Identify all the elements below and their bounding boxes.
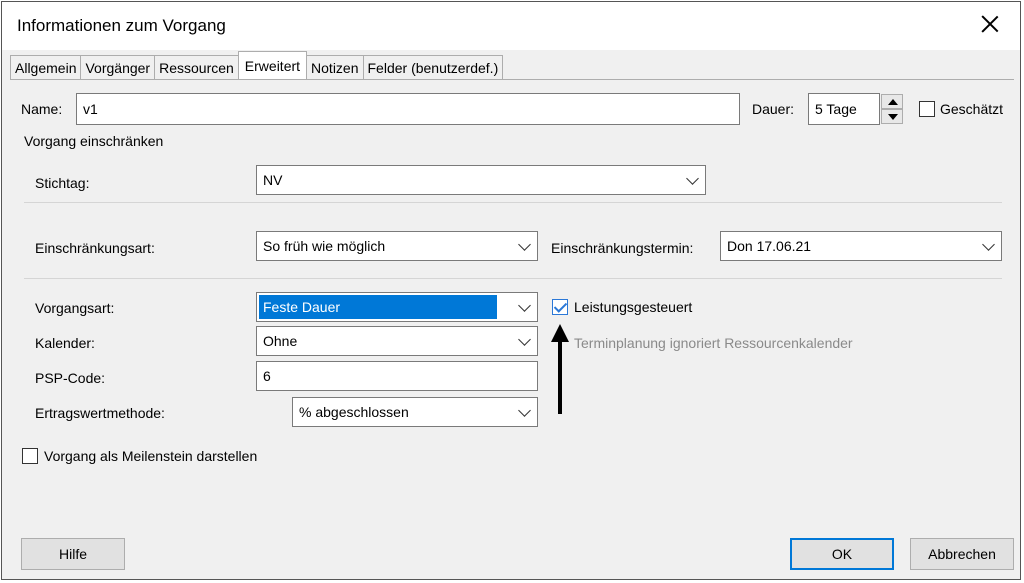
einschraenkungstermin-value: Don 17.06.21 [727, 238, 812, 254]
name-label: Name: [21, 101, 63, 117]
dauer-spinner [881, 94, 903, 124]
title-bar: Informationen zum Vorgang [2, 2, 1020, 50]
dauer-label: Dauer: [752, 101, 795, 117]
section-title: Vorgang einschränken [24, 133, 164, 149]
geschaetzt-label: Geschätzt [940, 101, 1004, 117]
einschraenkungstermin-label: Einschränkungstermin: [551, 240, 694, 256]
psp-code-label: PSP-Code: [35, 370, 106, 386]
einschraenkungsart-label: Einschränkungsart: [35, 240, 155, 256]
chevron-down-icon [518, 333, 531, 346]
kalender-dropdown[interactable]: Ohne [256, 326, 538, 356]
chevron-down-icon [982, 238, 995, 251]
stichtag-label: Stichtag: [35, 175, 90, 191]
leistungsgesteuert-label: Leistungsgesteuert [574, 299, 693, 315]
tab-notizen[interactable]: Notizen [306, 55, 364, 79]
vorgangsart-label: Vorgangsart: [35, 300, 115, 316]
dauer-input[interactable]: 5 Tage [808, 93, 880, 125]
tab-ressourcen[interactable]: Ressourcen [154, 55, 239, 79]
ertragswertmethode-dropdown[interactable]: % abgeschlossen [292, 397, 538, 427]
tab-vorgaenger[interactable]: Vorgänger [80, 55, 156, 79]
caret-up-icon [888, 99, 898, 105]
einschraenkungsart-value: So früh wie möglich [263, 238, 386, 254]
ok-button[interactable]: OK [790, 538, 894, 570]
vorgangsart-dropdown[interactable]: Feste Dauer [256, 292, 538, 322]
geschaetzt-checkbox[interactable] [919, 101, 935, 117]
dialog-window: Informationen zum Vorgang Allgemein Vorg… [1, 1, 1021, 580]
kalender-value: Ohne [263, 333, 298, 349]
meilenstein-label: Vorgang als Meilenstein darstellen [44, 448, 258, 464]
separator [24, 278, 1002, 279]
ertragswertmethode-label: Ertragswertmethode: [35, 405, 165, 421]
stichtag-value: NV [263, 172, 283, 188]
tab-bar: Allgemein Vorgänger Ressourcen Erweitert… [10, 51, 504, 80]
abbrechen-button[interactable]: Abbrechen [910, 538, 1014, 570]
tab-felder[interactable]: Felder (benutzerdef.) [362, 55, 504, 79]
meilenstein-checkbox[interactable] [22, 448, 38, 464]
chevron-down-icon [686, 172, 699, 185]
kalender-label: Kalender: [35, 335, 95, 351]
chevron-down-icon [518, 238, 531, 251]
chevron-down-icon [518, 404, 531, 417]
chevron-down-icon [518, 299, 531, 312]
terminplanung-label: Terminplanung ignoriert Ressourcenkalend… [574, 335, 853, 351]
stichtag-dropdown[interactable]: NV [256, 165, 706, 195]
leistungsgesteuert-checkbox[interactable] [552, 299, 568, 315]
tab-allgemein[interactable]: Allgemein [10, 55, 82, 79]
spin-down-button[interactable] [881, 109, 903, 124]
spin-up-button[interactable] [881, 94, 903, 109]
close-icon[interactable] [978, 12, 1002, 36]
einschraenkungsart-dropdown[interactable]: So früh wie möglich [256, 231, 538, 261]
psp-code-input[interactable]: 6 [256, 361, 538, 391]
einschraenkungstermin-dropdown[interactable]: Don 17.06.21 [720, 231, 1002, 261]
separator [24, 202, 1002, 203]
ertragswertmethode-value: % abgeschlossen [299, 404, 409, 420]
vorgangsart-value: Feste Dauer [259, 295, 497, 319]
hilfe-button[interactable]: Hilfe [21, 538, 125, 570]
dialog-title: Informationen zum Vorgang [17, 16, 226, 35]
up-arrow-annotation-icon [551, 324, 569, 414]
tab-erweitert[interactable]: Erweitert [237, 51, 308, 79]
caret-down-icon [888, 114, 898, 120]
name-input[interactable]: v1 [76, 93, 740, 125]
